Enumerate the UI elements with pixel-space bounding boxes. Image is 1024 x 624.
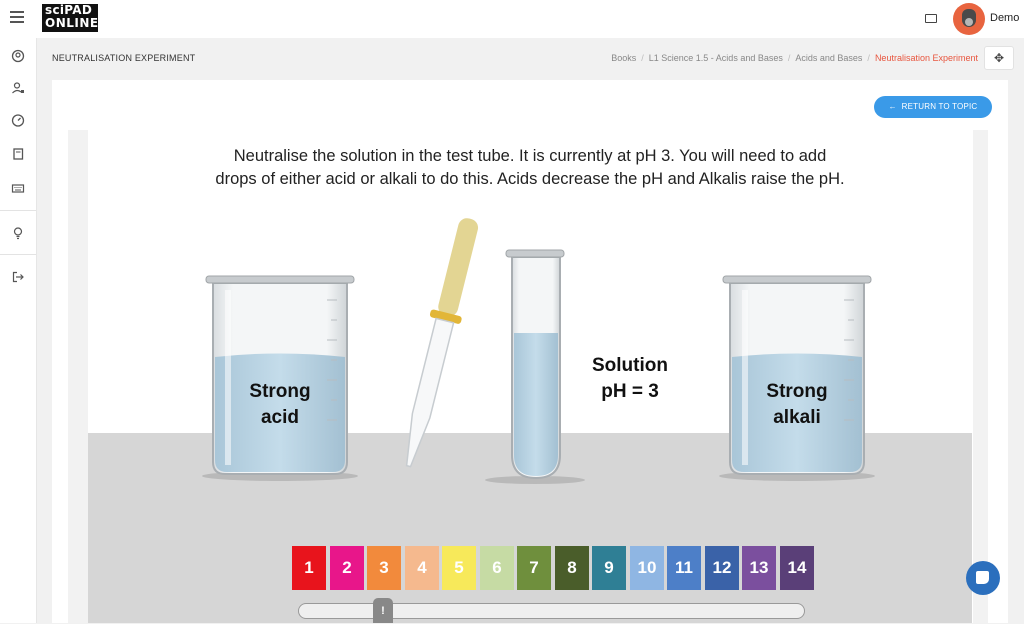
ph-box-12: 12 <box>705 546 739 590</box>
alkali-label: Strong alkali <box>742 379 852 431</box>
acid-label-line-2: acid <box>260 407 300 428</box>
notes-button[interactable] <box>966 561 1000 595</box>
apparatus-drawing <box>202 215 875 484</box>
ph-box-6: 6 <box>480 546 514 590</box>
ph-box-11: 11 <box>667 546 701 590</box>
dropper[interactable] <box>393 215 486 470</box>
solution-ph-readout: pH = 3 <box>601 381 659 402</box>
acid-label-line-1: Strong <box>249 381 311 402</box>
ph-slider-thumb[interactable]: ! <box>373 598 393 623</box>
alkali-label-line-2: alkali <box>773 407 821 428</box>
solution-label-line-1: Solution <box>592 355 668 376</box>
ph-box-2: 2 <box>330 546 364 590</box>
ph-box-10: 10 <box>630 546 664 590</box>
ph-box-3: 3 <box>367 546 401 590</box>
ph-box-14: 14 <box>780 546 814 590</box>
ph-box-8: 8 <box>555 546 589 590</box>
solution-label: Solution pH = 3 <box>570 353 690 405</box>
acid-label: Strong acid <box>225 379 335 431</box>
ph-box-4: 4 <box>405 546 439 590</box>
note-icon <box>976 571 989 584</box>
ph-box-1: 1 <box>292 546 326 590</box>
ph-box-13: 13 <box>742 546 776 590</box>
ph-box-7: 7 <box>517 546 551 590</box>
ph-box-9: 9 <box>592 546 626 590</box>
alkali-label-line-1: Strong <box>766 381 828 402</box>
ph-box-5: 5 <box>442 546 476 590</box>
